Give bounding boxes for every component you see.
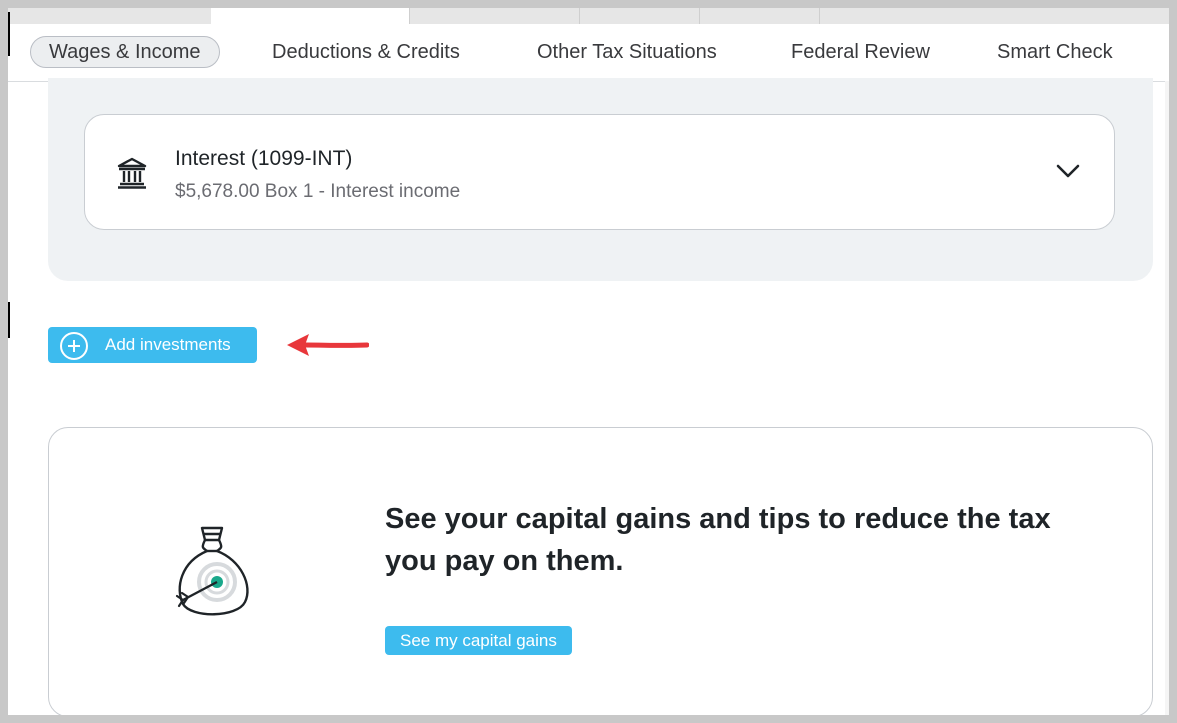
chevron-down-icon[interactable] xyxy=(1055,161,1081,181)
browser-tab[interactable] xyxy=(409,8,580,24)
income-item-card[interactable]: Interest (1099-INT) $5,678.00 Box 1 - In… xyxy=(84,114,1115,230)
plus-circle-icon xyxy=(60,332,88,360)
capital-gains-promo-card: See your capital gains and tips to reduc… xyxy=(48,427,1153,715)
add-investments-button[interactable]: Add investments xyxy=(48,327,257,363)
income-item-amount: $5,678.00 Box 1 - Interest income xyxy=(175,181,461,202)
bank-icon xyxy=(117,157,147,189)
money-bag-target-icon xyxy=(175,526,249,616)
add-investments-label: Add investments xyxy=(105,335,231,354)
browser-tab[interactable] xyxy=(579,8,700,24)
nav-tab-deductions-credits[interactable]: Deductions & Credits xyxy=(272,36,460,68)
browser-tab[interactable] xyxy=(819,8,1169,24)
nav-tab-federal-review[interactable]: Federal Review xyxy=(791,36,930,68)
see-capital-gains-button[interactable]: See my capital gains xyxy=(385,626,572,655)
browser-tab[interactable] xyxy=(211,8,409,24)
income-item-title: Interest (1099-INT) xyxy=(175,147,353,170)
browser-tab[interactable] xyxy=(699,8,820,24)
app-window: Wages & Income Deductions & Credits Othe… xyxy=(8,8,1169,715)
annotation-arrow-icon xyxy=(287,334,369,356)
nav-tab-other-tax-situations[interactable]: Other Tax Situations xyxy=(537,36,717,68)
scrollbar[interactable] xyxy=(1165,81,1169,715)
nav-tab-wages-income[interactable]: Wages & Income xyxy=(30,36,220,68)
nav-tab-smart-check[interactable]: Smart Check xyxy=(997,36,1113,68)
text-cursor xyxy=(8,12,10,56)
main-navigation: Wages & Income Deductions & Credits Othe… xyxy=(8,24,1169,82)
browser-tab-strip xyxy=(8,8,1169,24)
text-cursor xyxy=(8,302,10,338)
promo-heading: See your capital gains and tips to reduc… xyxy=(385,503,1051,577)
